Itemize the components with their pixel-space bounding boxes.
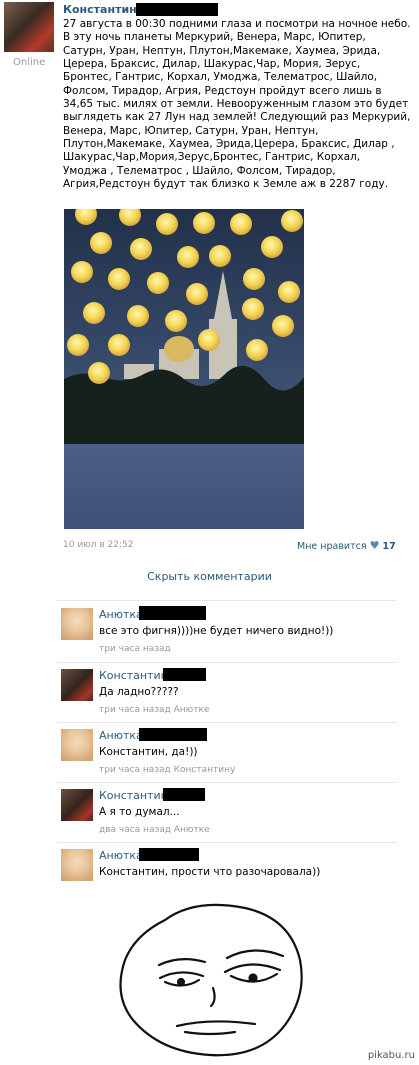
post-text: 27 августа в 00:30 подними глаза и посмо… — [63, 18, 411, 191]
comment-author[interactable]: Константин — [99, 789, 168, 802]
comment-author[interactable]: Анютка — [99, 729, 143, 742]
comment-text: Да ладно????? — [99, 686, 179, 698]
comment-divider — [57, 842, 397, 843]
commenter-avatar[interactable] — [61, 608, 93, 640]
comment-time[interactable]: три часа назад Анютке — [99, 705, 209, 715]
rage-face-drawing — [85, 900, 335, 1060]
comment-time[interactable]: два часа назад Анютке — [99, 825, 210, 835]
author-avatar[interactable] — [4, 2, 54, 52]
redacted-surname — [139, 848, 199, 861]
redacted-surname — [136, 3, 218, 16]
like-button[interactable]: Мне нравится ♥ 17 — [297, 539, 396, 552]
heart-icon: ♥ — [369, 539, 380, 552]
comment-time[interactable]: три часа назад Константину — [99, 765, 235, 775]
post-author-name[interactable]: Константин — [63, 3, 137, 16]
redacted-surname — [139, 728, 207, 741]
comment-author[interactable]: Анютка — [99, 849, 143, 862]
commenter-avatar[interactable] — [61, 669, 93, 701]
online-status: Online — [13, 57, 46, 68]
redacted-surname — [139, 606, 206, 620]
comment-author[interactable]: Анютка — [99, 608, 143, 621]
comment-text: все это фигня))))не будет ничего видно!)… — [99, 625, 334, 637]
comment-divider — [57, 600, 397, 601]
post-date[interactable]: 10 июл в 22:52 — [63, 540, 133, 550]
post-photo[interactable] — [64, 209, 304, 529]
like-count: 17 — [382, 541, 396, 552]
redacted-surname — [163, 668, 206, 681]
comment-divider — [57, 782, 397, 783]
like-label: Мне нравится — [297, 541, 367, 552]
commenter-avatar[interactable] — [61, 729, 93, 761]
hide-comments-link[interactable]: Скрыть комментарии — [0, 570, 419, 583]
comment-text: А я то думал... — [99, 806, 180, 818]
moons-over-cathedral-image — [64, 209, 304, 529]
comment-time[interactable]: три часа назад — [99, 644, 171, 654]
comment-text: Константин, да!)) — [99, 746, 198, 758]
redacted-surname — [163, 788, 205, 801]
comment-divider — [57, 722, 397, 723]
comment-divider — [57, 662, 397, 663]
comment-author[interactable]: Константин — [99, 669, 168, 682]
commenter-avatar[interactable] — [61, 789, 93, 821]
watermark: pikabu.ru — [367, 1050, 415, 1061]
commenter-avatar[interactable] — [61, 849, 93, 881]
comment-text: Константин, прости что разочаровала)) — [99, 866, 321, 878]
